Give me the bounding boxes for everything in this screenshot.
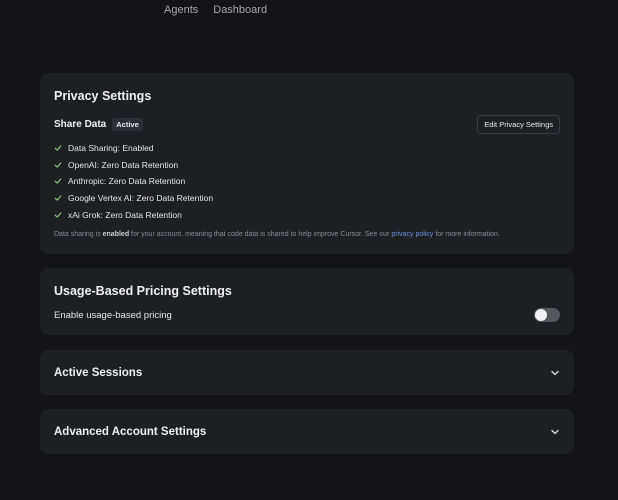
list-item-label: OpenAI: Zero Data Retention: [68, 159, 179, 170]
top-nav: Agents Dashboard: [164, 4, 267, 16]
chevron-down-icon: [551, 429, 559, 434]
list-item: xAi Grok: Zero Data Retention: [54, 206, 213, 223]
toggle-knob: [535, 309, 547, 321]
list-item-label: xAi Grok: Zero Data Retention: [68, 209, 182, 220]
list-item-label: Google Vertex AI: Zero Data Retention: [68, 193, 214, 204]
note-text-post: for more information.: [433, 231, 500, 238]
active-sessions-header[interactable]: Active Sessions: [54, 350, 560, 395]
usage-pricing-row: Enable usage-based pricing: [54, 308, 560, 322]
status-badge: Active: [112, 118, 143, 131]
privacy-settings-title: Privacy Settings: [54, 89, 152, 103]
list-item-label: Data Sharing: Enabled: [68, 143, 154, 154]
share-data-row: Share Data Active Edit Privacy Settings: [54, 115, 560, 134]
privacy-note: Data sharing is enabled for your account…: [54, 231, 500, 238]
list-item: Data Sharing: Enabled: [54, 140, 213, 157]
list-item-label: Anthropic: Zero Data Retention: [68, 176, 186, 187]
list-item: OpenAI: Zero Data Retention: [54, 157, 213, 174]
retention-list: Data Sharing: Enabled OpenAI: Zero Data …: [54, 140, 213, 223]
usage-pricing-card: Usage-Based Pricing Settings Enable usag…: [40, 268, 574, 335]
check-icon: [54, 195, 62, 201]
usage-pricing-label: Enable usage-based pricing: [54, 309, 172, 321]
privacy-settings-card: Privacy Settings Share Data Active Edit …: [40, 73, 574, 254]
privacy-policy-link[interactable]: privacy policy: [391, 231, 433, 238]
check-icon: [54, 212, 62, 218]
advanced-account-card: Advanced Account Settings: [40, 409, 574, 454]
active-sessions-card: Active Sessions: [40, 350, 574, 395]
list-item: Anthropic: Zero Data Retention: [54, 173, 213, 190]
note-text-mid: for your account, meaning that code data…: [129, 231, 392, 238]
share-data-label: Share Data: [54, 119, 107, 130]
nav-dashboard-link[interactable]: Dashboard: [213, 4, 267, 16]
advanced-account-header[interactable]: Advanced Account Settings: [54, 409, 560, 454]
active-sessions-title: Active Sessions: [54, 366, 143, 379]
check-icon: [54, 162, 62, 168]
list-item: Google Vertex AI: Zero Data Retention: [54, 190, 213, 207]
nav-agents-link[interactable]: Agents: [164, 4, 198, 16]
note-text-pre: Data sharing is: [54, 231, 103, 238]
edit-privacy-settings-button[interactable]: Edit Privacy Settings: [477, 115, 560, 134]
note-text-bold: enabled: [102, 231, 130, 238]
check-icon: [54, 145, 62, 151]
chevron-down-icon: [551, 370, 559, 375]
usage-pricing-title: Usage-Based Pricing Settings: [54, 284, 232, 298]
check-icon: [54, 178, 62, 185]
advanced-account-title: Advanced Account Settings: [54, 425, 207, 438]
share-data-header: Share Data Active: [54, 118, 143, 131]
usage-pricing-toggle[interactable]: [534, 308, 560, 322]
